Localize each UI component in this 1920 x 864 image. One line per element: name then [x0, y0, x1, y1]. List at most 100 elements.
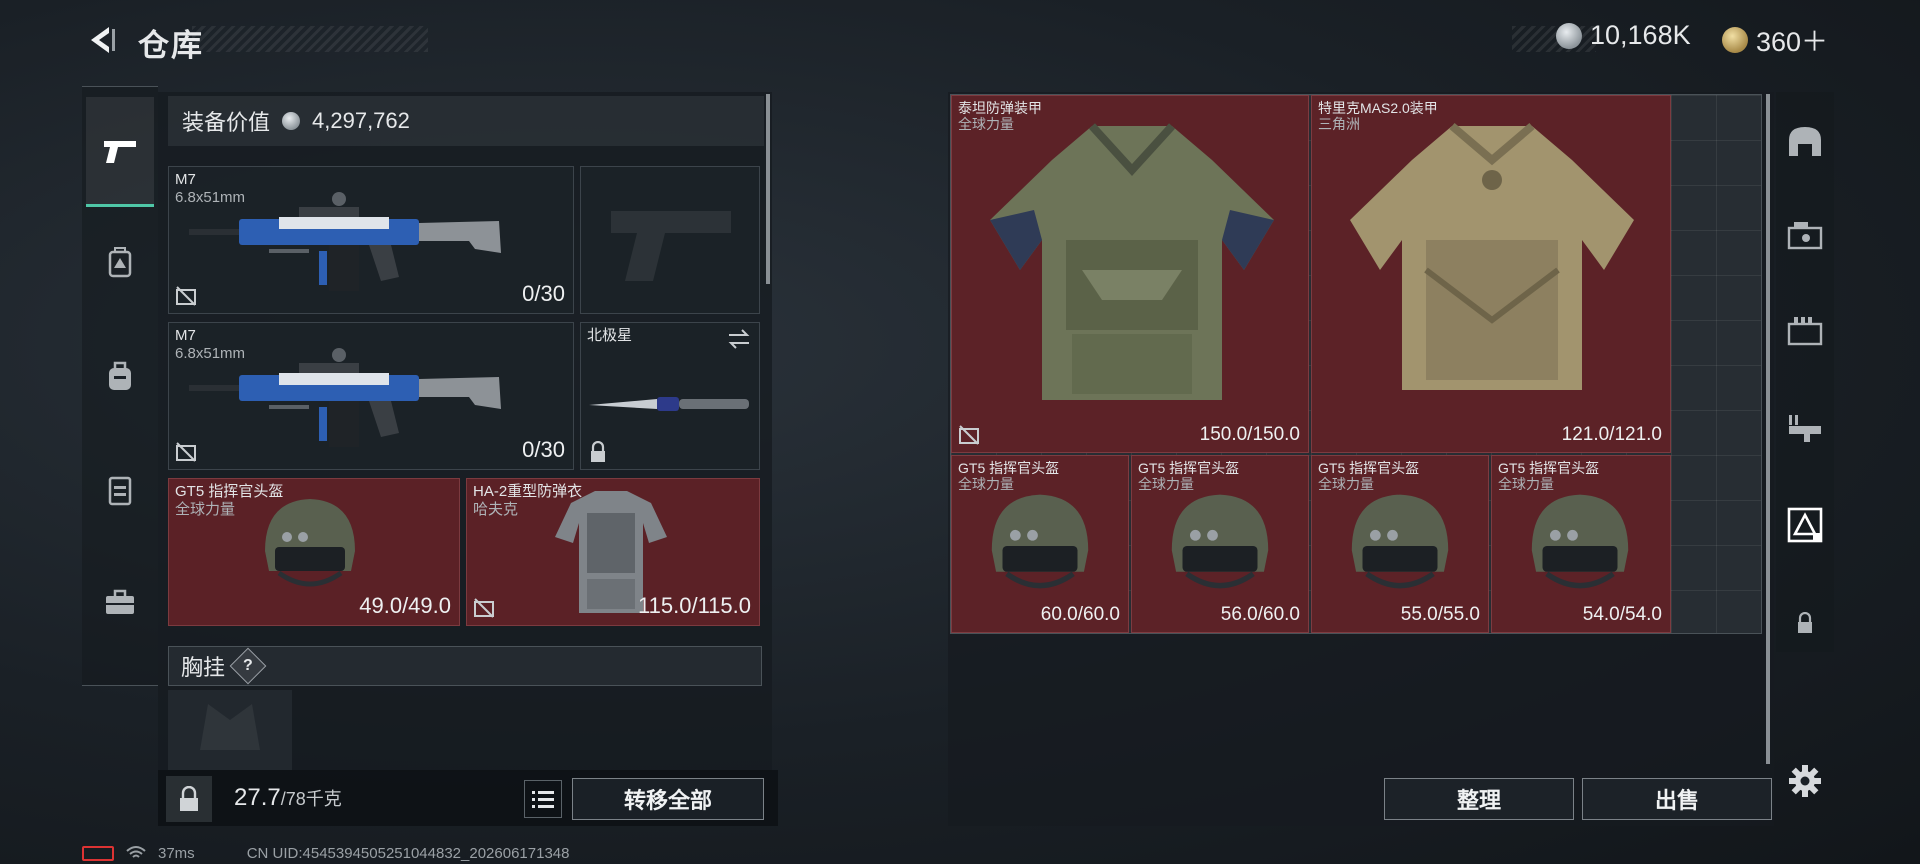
primary-weapon-slot[interactable]: M7 6.8x51mm 0/30 [168, 166, 574, 314]
armor-crate-icon [1787, 507, 1823, 543]
ammo-count: 0/30 [522, 437, 565, 462]
helmet-image [265, 499, 355, 587]
list-icon [532, 791, 554, 808]
equipment-value-amount: 4,297,762 [312, 108, 410, 133]
category-armor[interactable] [86, 207, 154, 317]
lock-icon [591, 441, 605, 462]
loadout-scrollbar[interactable] [766, 94, 770, 284]
no-insure-icon [959, 425, 979, 445]
silver-coin-icon [1556, 22, 1582, 49]
weapon-crate-icon [1787, 222, 1823, 250]
settings-button[interactable] [1786, 762, 1824, 800]
back-arrow-icon [91, 27, 115, 53]
storage-tab-rack[interactable] [1786, 410, 1824, 448]
user-uid: CN UID:4545394505251044832_202606171348 [246, 844, 570, 862]
titan-armor-image [990, 123, 1274, 400]
silver-coin-icon [282, 112, 301, 130]
swap-icon[interactable] [727, 329, 751, 349]
currency-silver-value: 10,168K [1590, 20, 1691, 50]
bunker-icon [1789, 127, 1821, 156]
status-footer: 37ms CN UID:4545394505251044832_20260617… [82, 842, 569, 864]
sort-button[interactable]: 整理 [1384, 778, 1574, 820]
storage-item-helmet[interactable]: GT5 指挥官头盔 全球力量 60.0/60.0 [951, 455, 1129, 633]
equipment-value: 装备价值 4,297,762 [168, 96, 764, 146]
help-button[interactable]: ? [229, 647, 267, 685]
storage-tab-armor[interactable] [1786, 506, 1824, 544]
help-mark: ? [243, 657, 253, 674]
currency-gold[interactable]: 360＋ [1722, 20, 1828, 59]
briefcase-icon [106, 589, 134, 614]
pistol-icon [104, 140, 136, 163]
category-backpack[interactable] [86, 321, 154, 431]
storage-sidebar [1776, 92, 1834, 652]
no-insure-icon [176, 286, 196, 306]
no-insure-icon [474, 598, 494, 618]
ammo-box-icon [1787, 317, 1823, 346]
chest-rig-header: 胸挂 ? [168, 646, 762, 686]
lock-icon [1798, 612, 1812, 633]
lock-icon [180, 786, 198, 811]
item-name: GT5 指挥官头盔 [958, 460, 1060, 476]
carry-weight: 27.7/78千克 [234, 784, 342, 812]
weight-lock-button[interactable] [166, 776, 212, 822]
category-case[interactable] [86, 547, 154, 657]
durability: 121.0/121.0 [1561, 424, 1662, 445]
item-name: GT5 指挥官头盔 [1138, 460, 1240, 476]
durability: 55.0/55.0 [1400, 604, 1480, 625]
storage-item-helmet[interactable]: GT5 指挥官头盔 全球力量 55.0/55.0 [1311, 455, 1489, 633]
storage-item-helmet[interactable]: GT5 指挥官头盔 全球力量 56.0/60.0 [1131, 455, 1309, 633]
armor-brand: 哈夫克 [473, 501, 519, 518]
m7-rifle-image [189, 348, 501, 447]
gold-coin-icon [1722, 26, 1748, 53]
secondary-weapon-slot[interactable]: M7 6.8x51mm 0/30 [168, 322, 574, 470]
durability: 56.0/60.0 [1220, 604, 1300, 625]
sell-button[interactable]: 出售 [1582, 778, 1772, 820]
chest-rig-label: 胸挂 [181, 655, 226, 680]
title-decoration [192, 26, 428, 52]
durability: 150.0/150.0 [1199, 424, 1300, 445]
category-sidebar [82, 86, 158, 686]
currency-silver: 10,168K [1556, 20, 1691, 51]
durability: 60.0/60.0 [1040, 604, 1120, 625]
pistol-silhouette-icon [611, 211, 731, 281]
carry-weight-max: /78千克 [280, 789, 342, 809]
storage-tab-ammo[interactable] [1786, 312, 1824, 350]
chest-rig-slot[interactable] [168, 690, 292, 770]
battery-icon [82, 845, 114, 861]
ping: 37ms [158, 844, 195, 862]
helmet-image [1351, 494, 1449, 589]
category-vest[interactable] [86, 435, 154, 545]
no-insure-icon [176, 442, 196, 462]
list-view-button[interactable] [524, 780, 562, 818]
helmet-brand: 全球力量 [175, 501, 236, 518]
sidearm-slot[interactable] [580, 166, 760, 314]
melee-slot[interactable]: 北极星 [580, 322, 760, 470]
storage-tab-locked[interactable] [1786, 604, 1824, 642]
currency-gold-value: 360＋ [1756, 27, 1829, 57]
m7-rifle-image [189, 192, 501, 291]
storage-item-armor[interactable]: 特里克MAS2.0装甲 三角洲 121.0/121.0 [1311, 95, 1671, 453]
vest-icon [108, 476, 132, 506]
armor-slot[interactable]: HA-2重型防弹衣 哈夫克 115.0/115.0 [466, 478, 760, 626]
mas-armor-image [1350, 122, 1634, 390]
back-button[interactable] [80, 18, 124, 62]
equipment-value-label: 装备价值 [182, 110, 271, 135]
durability: 115.0/115.0 [638, 593, 751, 618]
item-name: GT5 指挥官头盔 [1498, 460, 1600, 476]
transfer-all-button[interactable]: 转移全部 [572, 778, 764, 820]
carry-weight-value: 27.7 [234, 784, 281, 811]
gear-icon [1789, 765, 1821, 797]
page-title: 仓库 [138, 28, 204, 63]
storage-tab-weapons[interactable] [1786, 216, 1824, 254]
category-weapons[interactable] [86, 97, 154, 207]
melee-name: 北极星 [587, 327, 633, 344]
storage-scrollbar[interactable] [1766, 94, 1770, 764]
ammo-count: 0/30 [522, 281, 565, 306]
helmet-slot[interactable]: GT5 指挥官头盔 全球力量 49.0/49.0 [168, 478, 460, 626]
knife-image [589, 397, 749, 411]
wifi-icon [126, 846, 146, 858]
chest-rig-silhouette-icon [200, 704, 260, 750]
storage-tab-bunker[interactable] [1786, 122, 1824, 160]
storage-item-helmet[interactable]: GT5 指挥官头盔 全球力量 54.0/54.0 [1491, 455, 1671, 633]
storage-item-armor[interactable]: 泰坦防弹装甲 全球力量 150.0/150.0 [951, 95, 1309, 453]
